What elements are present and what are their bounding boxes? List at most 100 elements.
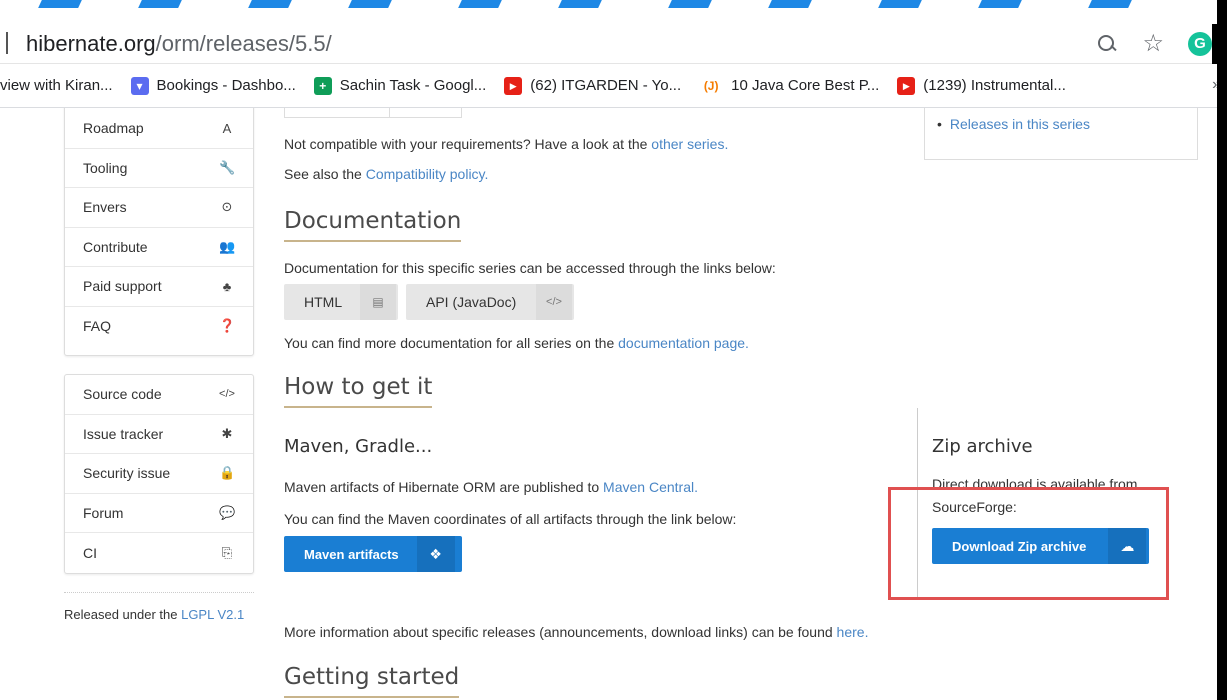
license-link[interactable]: LGPL V2.1: [181, 607, 244, 622]
bookmark-5[interactable]: (J) 10 Java Core Best P...: [699, 76, 880, 95]
api-javadoc-button[interactable]: API (JavaDoc) </>: [406, 284, 574, 320]
calendar-icon: ▾: [130, 76, 149, 95]
documentation-page-link[interactable]: documentation page.: [618, 335, 749, 351]
releases-here-link[interactable]: here.: [837, 624, 869, 640]
releases-text: More information about specific releases…: [284, 624, 837, 640]
ci-icon: ⎘: [221, 544, 233, 560]
url-host: hibernate.org: [26, 31, 156, 56]
sidebar-item-label: Source code: [83, 386, 162, 403]
bookmark-label: Bookings - Dashbo...: [156, 77, 296, 94]
sidebar-item-label: Security issue: [83, 465, 171, 482]
sidebar-item-faq[interactable]: FAQ ❓: [65, 307, 253, 347]
see-also-paragraph: See also the Compatibility policy.: [284, 166, 488, 182]
sidebar-item-roadmap[interactable]: Roadmap A: [65, 109, 253, 149]
license-prefix: Released under the: [64, 607, 182, 622]
window-edge: [1217, 0, 1227, 700]
more-docs-text: You can find more documentation for all …: [284, 335, 619, 351]
see-also-text: See also the: [284, 166, 366, 182]
support-icon: ♣: [222, 278, 232, 294]
sidebar-item-ci[interactable]: CI ⎘: [65, 533, 253, 573]
sheets-icon: +: [313, 76, 332, 95]
compatibility-policy-link[interactable]: Compatibility policy.: [366, 166, 489, 182]
compat-paragraph: Not compatible with your requirements? H…: [284, 136, 728, 152]
maven-central-paragraph: Maven artifacts of Hibernate ORM are pub…: [284, 479, 698, 495]
users-icon: 👥: [219, 238, 236, 254]
sidebar-item-issue-tracker[interactable]: Issue tracker ✱: [65, 415, 253, 454]
address-bar[interactable]: hibernate.org/orm/releases/5.5/ ☆ G: [0, 24, 1212, 64]
url-text[interactable]: hibernate.org/orm/releases/5.5/: [26, 31, 332, 57]
zip-archive-heading: Zip archive: [932, 436, 1033, 457]
html-button-label: HTML: [304, 294, 343, 310]
documentation-text: Documentation for this specific series c…: [284, 260, 776, 276]
sidebar-item-tooling[interactable]: Tooling 🔧: [65, 149, 253, 188]
bug-icon: ✱: [221, 425, 233, 441]
sidebar-item-forum[interactable]: Forum 💬: [65, 494, 253, 533]
sidebar-item-paid-support[interactable]: Paid support ♣: [65, 267, 253, 307]
bookmark-label: 10 Java Core Best P...: [731, 77, 880, 94]
sidebar-item-label: Paid support: [83, 278, 162, 295]
sidebar-links: Source code </> Issue tracker ✱ Security i…: [64, 374, 254, 574]
sidebar-item-label: Roadmap: [83, 120, 144, 137]
other-series-link[interactable]: other series.: [651, 136, 728, 152]
sidebar-item-label: Envers: [83, 199, 127, 216]
series-toc: Releases in this series: [924, 108, 1198, 160]
maven-central-link[interactable]: Maven Central.: [603, 479, 698, 495]
sidebar-item-security-issue[interactable]: Security issue 🔒: [65, 454, 253, 494]
bookmark-6[interactable]: ▶ (1239) Instrumental...: [897, 76, 1066, 95]
bookmark-3[interactable]: + Sachin Task - Googl...: [313, 76, 487, 95]
license-note: Released under the LGPL V2.1: [64, 592, 254, 622]
sidebar-item-envers[interactable]: Envers ⊙: [65, 188, 253, 228]
maven-artifacts-button[interactable]: Maven artifacts ❖: [284, 536, 462, 572]
how-to-get-it-heading: How to get it: [284, 374, 433, 408]
html-docs-button[interactable]: HTML ▤: [284, 284, 398, 320]
compat-text: Not compatible with your requirements? H…: [284, 136, 652, 152]
annotation-highlight-box: [888, 487, 1169, 600]
cubes-icon: ❖: [416, 536, 455, 572]
wrench-icon: 🔧: [219, 159, 236, 175]
grammarly-extension-icon[interactable]: G: [1188, 32, 1212, 56]
api-button-label: API (JavaDoc): [426, 294, 517, 310]
zoom-icon[interactable]: [1096, 33, 1118, 55]
maven-text: Maven artifacts of Hibernate ORM are pub…: [284, 479, 604, 495]
more-docs-paragraph: You can find more documentation for all …: [284, 335, 749, 351]
bookmark-label: view with Kiran...: [0, 77, 113, 94]
sidebar-item-source-code[interactable]: Source code </>: [65, 375, 253, 415]
star-icon[interactable]: ☆: [1142, 32, 1164, 56]
url-path: /orm/releases/5.5/: [155, 31, 332, 56]
version-buttons-bottom: [284, 108, 462, 118]
documentation-heading: Documentation: [284, 208, 462, 242]
address-separator: [6, 32, 8, 54]
bookmark-label: Sachin Task - Googl...: [339, 77, 487, 94]
j-icon: (J): [699, 76, 724, 95]
maven-button-label: Maven artifacts: [304, 546, 399, 562]
bookmark-4[interactable]: ▶ (62) ITGARDEN - Yo...: [504, 76, 682, 95]
sidebar-item-contribute[interactable]: Contribute 👥: [65, 228, 253, 267]
document-icon: ▤: [360, 284, 396, 320]
maven-gradle-heading: Maven, Gradle...: [284, 436, 433, 457]
youtube-icon: ▶: [897, 76, 916, 95]
question-icon: ❓: [219, 318, 236, 334]
sidebar-item-label: FAQ: [83, 318, 112, 335]
bookmark-2[interactable]: ▾ Bookings - Dashbo...: [130, 76, 296, 95]
youtube-icon: ▶: [504, 76, 523, 95]
releases-in-series-link[interactable]: Releases in this series: [950, 116, 1090, 132]
sidebar-item-label: Issue tracker: [83, 425, 164, 442]
sidebar-item-label: Tooling: [83, 159, 128, 176]
roadmap-icon: A: [222, 120, 232, 136]
toc-item: Releases in this series: [937, 116, 1197, 132]
releases-paragraph: More information about specific releases…: [284, 624, 868, 640]
bookmark-1[interactable]: view with Kiran...: [0, 77, 113, 94]
maven-coordinates-text: You can find the Maven coordinates of al…: [284, 511, 737, 527]
page-content: Roadmap A Tooling 🔧 Envers ⊙ Contribute 👥 Pa…: [0, 108, 1217, 700]
sidebar-item-label: CI: [83, 544, 97, 561]
window-top-strip: [0, 0, 1227, 24]
sidebar-item-label: Contribute: [83, 238, 148, 255]
bookmark-label: (1239) Instrumental...: [923, 77, 1066, 94]
comments-icon: 💬: [219, 504, 236, 520]
bookmark-label: (62) ITGARDEN - Yo...: [530, 77, 682, 94]
clock-icon: ⊙: [221, 199, 233, 215]
lock-icon: 🔒: [219, 465, 236, 481]
code-icon: </>: [219, 388, 235, 401]
code-icon: </>: [536, 284, 572, 320]
sidebar-nav: Roadmap A Tooling 🔧 Envers ⊙ Contribute 👥 Pa…: [64, 108, 254, 356]
